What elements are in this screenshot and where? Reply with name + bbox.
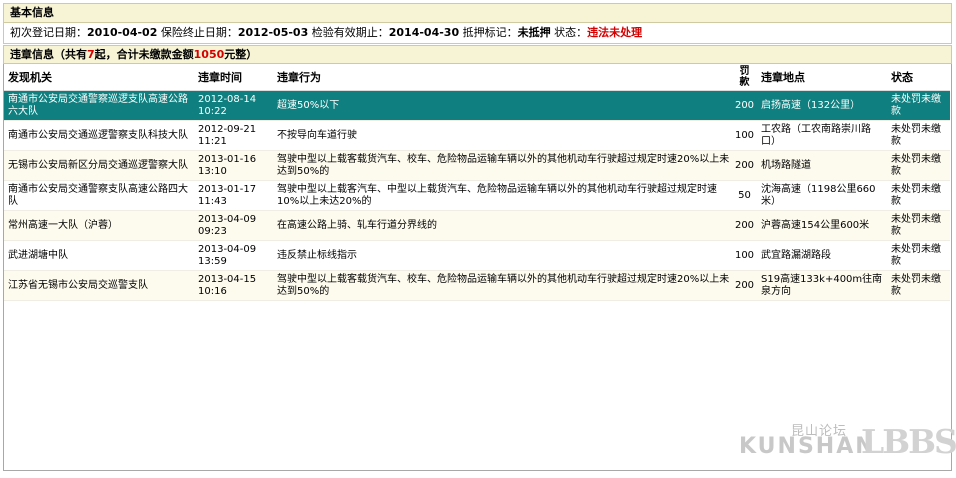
cell-time: 2013-01-17 11:43 [194, 180, 273, 211]
violations-title-suffix: 元整） [224, 48, 258, 61]
cell-time: 2013-01-16 13:10 [194, 150, 273, 181]
cell-status: 未处罚未缴款 [887, 90, 950, 121]
insurance-end-label: 保险终止日期： [160, 26, 238, 39]
cell-status: 未处罚未缴款 [887, 150, 950, 181]
cell-time: 2013-04-09 09:23 [194, 210, 273, 241]
reg-date-value: 2010-04-02 [87, 26, 158, 39]
violations-count: 7 [87, 48, 95, 61]
watermark-logo: LBBS [861, 422, 956, 461]
violations-table: 发现机关 违章时间 违章行为 罚款 违章地点 状态 南通市公安局交通警察巡逻支队… [4, 64, 950, 301]
cell-location: 机场路隧道 [757, 150, 887, 181]
cell-fine: 200 [732, 270, 757, 301]
col-agency[interactable]: 发现机关 [4, 64, 194, 91]
cell-location: 武宜路漏湖路段 [757, 240, 887, 271]
status-label: 状态： [554, 26, 588, 39]
cell-location: 工农路（工农南路崇川路口） [757, 120, 887, 151]
cell-time: 2012-08-14 10:22 [194, 90, 273, 121]
cell-fine: 100 [732, 240, 757, 271]
violations-title-prefix: 违章信息（共有 [10, 48, 87, 61]
cell-agency: 常州高速一大队（沪蓉） [4, 210, 194, 241]
table-row[interactable]: 无锡市公安局新区分局交通巡逻警察大队 2013-01-16 13:10 驾驶中型… [4, 150, 950, 181]
cell-behavior: 在高速公路上骑、轧车行道分界线的 [273, 210, 732, 241]
cell-fine: 200 [732, 210, 757, 241]
forum-watermark: 昆山论坛 KUNSHAN LBBS [739, 420, 956, 464]
cell-agency: 江苏省无锡市公安局交巡警支队 [4, 270, 194, 301]
vehicle-info-panel: 基本信息 初次登记日期：2010-04-02 保险终止日期：2012-05-03… [3, 3, 956, 475]
cell-fine: 200 [732, 150, 757, 181]
mortgage-value: 未抵押 [517, 26, 551, 39]
mortgage-label: 抵押标记： [462, 26, 518, 39]
violations-grid: 发现机关 违章时间 违章行为 罚款 违章地点 状态 南通市公安局交通警察巡逻支队… [3, 64, 956, 471]
cell-agency: 南通市公安局交通巡逻警察支队科技大队 [4, 120, 194, 151]
table-row[interactable]: 武进湖塘中队 2013-04-09 13:59 违反禁止标线指示 100 武宜路… [4, 240, 950, 271]
cell-agency: 南通市公安局交通警察巡逻支队高速公路六大队 [4, 90, 194, 121]
violations-amount: 1050 [193, 48, 225, 61]
col-behavior[interactable]: 违章行为 [273, 64, 732, 91]
inspection-valid-label: 检验有效期止： [311, 26, 389, 39]
cell-status: 未处罚未缴款 [887, 240, 950, 271]
cell-behavior: 不按导向车道行驶 [273, 120, 732, 151]
cell-location: 启扬高速（132公里） [757, 90, 887, 121]
col-location[interactable]: 违章地点 [757, 64, 887, 91]
table-row[interactable]: 南通市公安局交通警察巡逻支队高速公路六大队 2012-08-14 10:22 超… [4, 90, 950, 121]
cell-location: S19高速133k+400m往南泉方向 [757, 270, 887, 301]
cell-behavior: 驾驶中型以上载客载货汽车、校车、危险物品运输车辆以外的其他机动车行驶超过规定时速… [273, 150, 732, 181]
watermark-en: KUNSHAN [739, 434, 876, 459]
col-fine-line2: 款 [739, 77, 750, 88]
cell-agency: 南通市公安局交通警察支队高速公路四大队 [4, 180, 194, 211]
basic-info-line: 初次登记日期：2010-04-02 保险终止日期：2012-05-03 检验有效… [3, 23, 952, 44]
col-time[interactable]: 违章时间 [194, 64, 273, 91]
cell-fine: 200 [732, 90, 757, 121]
cell-status: 未处罚未缴款 [887, 210, 950, 241]
reg-date-label: 初次登记日期： [10, 26, 87, 39]
inspection-valid-value: 2014-04-30 [388, 26, 460, 39]
cell-behavior: 驾驶中型以上载客汽车、中型以上载货汽车、危险物品运输车辆以外的其他机动车行驶超过… [273, 180, 732, 211]
cell-time: 2013-04-15 10:16 [194, 270, 273, 301]
col-status[interactable]: 状态 [887, 64, 950, 91]
col-fine-line1: 罚 [739, 66, 750, 77]
table-row[interactable]: 常州高速一大队（沪蓉） 2013-04-09 09:23 在高速公路上骑、轧车行… [4, 210, 950, 241]
cell-location: 沪蓉高速154公里600米 [757, 210, 887, 241]
cell-behavior: 驾驶中型以上载客载货汽车、校车、危险物品运输车辆以外的其他机动车行驶超过规定时速… [273, 270, 732, 301]
cell-behavior: 违反禁止标线指示 [273, 240, 732, 271]
table-row[interactable]: 南通市公安局交通巡逻警察支队科技大队 2012-09-21 11:21 不按导向… [4, 120, 950, 151]
cell-agency: 武进湖塘中队 [4, 240, 194, 271]
cell-time: 2012-09-21 11:21 [194, 120, 273, 151]
violations-title-mid: 起，合计未缴款金额 [94, 48, 194, 61]
cell-agency: 无锡市公安局新区分局交通巡逻警察大队 [4, 150, 194, 181]
cell-status: 未处罚未缴款 [887, 270, 950, 301]
table-header-row: 发现机关 违章时间 违章行为 罚款 违章地点 状态 [4, 64, 950, 91]
basic-info-header: 基本信息 [3, 3, 952, 23]
cell-fine: 50 [732, 180, 757, 211]
table-row[interactable]: 江苏省无锡市公安局交巡警支队 2013-04-15 10:16 驾驶中型以上载客… [4, 270, 950, 301]
cell-fine: 100 [732, 120, 757, 151]
col-fine[interactable]: 罚款 [732, 64, 757, 91]
cell-time: 2013-04-09 13:59 [194, 240, 273, 271]
violations-header: 违章信息（共有7起，合计未缴款金额1050元整） [3, 45, 952, 64]
insurance-end-value: 2012-05-03 [237, 26, 309, 39]
cell-behavior: 超速50%以下 [273, 90, 732, 121]
basic-info-title: 基本信息 [10, 6, 54, 19]
table-row[interactable]: 南通市公安局交通警察支队高速公路四大队 2013-01-17 11:43 驾驶中… [4, 180, 950, 211]
status-value: 违法未处理 [587, 26, 643, 39]
cell-status: 未处罚未缴款 [887, 120, 950, 151]
cell-status: 未处罚未缴款 [887, 180, 950, 211]
cell-location: 沈海高速（1198公里660米） [757, 180, 887, 211]
